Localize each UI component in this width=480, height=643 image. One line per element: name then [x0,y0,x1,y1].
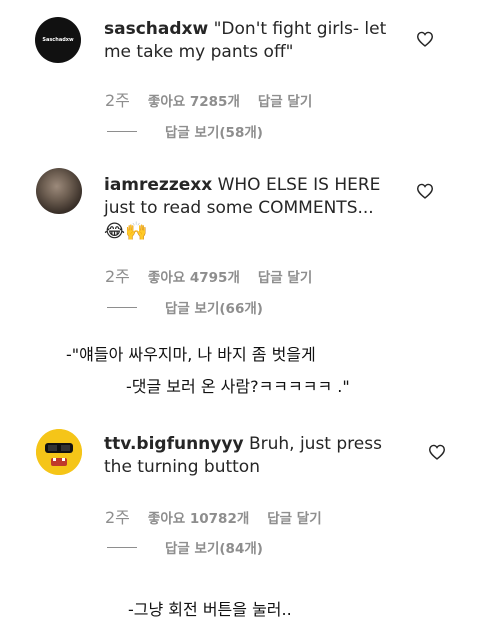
comment-text-line2: just to read some COMMENTS... [104,198,374,218]
comment-time: 2주 [105,508,130,527]
comment-text-line1: Bruh, just press [248,434,382,454]
view-replies-label: 답글 보기(84개) [165,541,263,557]
likes-count[interactable]: 좋아요 10782개 [148,507,249,527]
comment-meta: 2주 좋아요 7285개 답글 달기 [105,87,312,111]
comment-text-line2: the turning button [104,457,260,477]
view-replies-button[interactable]: 답글 보기(66개) [107,297,263,317]
comment-body: iamrezzexx WHO ELSE IS HERE just to read… [104,174,380,244]
replies-divider [107,306,137,308]
heart-icon[interactable] [416,183,434,199]
likes-count[interactable]: 좋아요 7285개 [148,90,240,110]
heart-icon[interactable] [428,444,446,460]
view-replies-button[interactable]: 답글 보기(58개) [107,121,263,141]
comment-username[interactable]: iamrezzexx [104,175,212,195]
replies-divider [107,546,137,548]
avatar[interactable]: Saschadxw [35,17,81,63]
comment-username[interactable]: ttv.bigfunnyyy [104,434,244,454]
sunglasses-face-icon [36,429,82,475]
comment-time: 2주 [105,267,130,286]
comment-meta: 2주 좋아요 4795개 답글 달기 [105,263,312,287]
avatar[interactable] [36,168,82,214]
comment-username[interactable]: saschadxw [104,19,208,39]
replies-divider [107,130,137,132]
translation-caption-2: -댓글 보러 온 사람?ㅋㅋㅋㅋㅋ ." [126,377,350,396]
translation-caption-3: -그냥 회전 버튼을 눌러.. [128,600,292,619]
comment-time: 2주 [105,91,130,110]
translation-caption-1: -"얘들아 싸우지마, 나 바지 좀 벗을게 [66,345,316,364]
heart-icon[interactable] [416,31,434,47]
comment-body: saschadxw "Don't fight girls- let me tak… [104,18,386,64]
view-replies-label: 답글 보기(58개) [165,125,263,141]
likes-count[interactable]: 좋아요 4795개 [148,266,240,286]
reply-button[interactable]: 답글 달기 [258,266,312,286]
view-replies-label: 답글 보기(66개) [165,301,263,317]
reply-button[interactable]: 답글 달기 [267,507,321,527]
comment-meta: 2주 좋아요 10782개 답글 달기 [105,504,322,528]
comment-text-line1: WHO ELSE IS HERE [217,175,381,195]
comment-text-line1: "Don't fight girls- let [213,19,387,39]
comment-body: ttv.bigfunnyyy Bruh, just press the turn… [104,433,382,479]
comment-text-line2: me take my pants off" [104,42,294,62]
comment-emoji: 😂🙌 [104,221,148,242]
avatar[interactable] [36,429,82,475]
reply-button[interactable]: 답글 달기 [258,90,312,110]
view-replies-button[interactable]: 답글 보기(84개) [107,537,263,557]
avatar-logo-text: Saschadxw [42,37,74,43]
